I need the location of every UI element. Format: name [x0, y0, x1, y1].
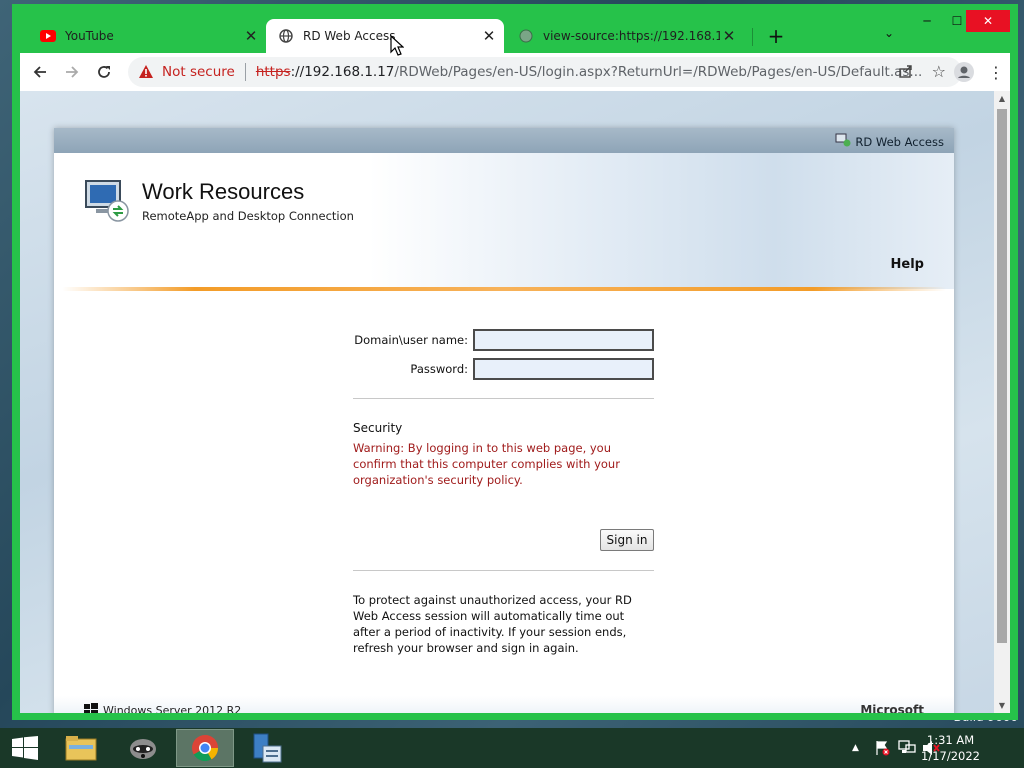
rdweb-brand-label: RD Web Access — [855, 134, 944, 149]
login-form: Domain\user name: Password: Security War… — [353, 329, 654, 656]
username-input[interactable] — [473, 329, 654, 351]
tab-label: view-source:https://192.168.1.17 — [543, 29, 720, 43]
clock-date: 1/17/2022 — [921, 749, 980, 763]
rdweb-header: Work Resources RemoteApp and Desktop Con… — [54, 153, 954, 291]
username-label: Domain\user name: — [354, 333, 468, 347]
security-title: Security — [353, 421, 403, 435]
back-button[interactable] — [28, 60, 52, 84]
share-icon[interactable] — [898, 63, 914, 83]
server-manager-icon — [253, 733, 282, 763]
password-label: Password: — [410, 362, 468, 376]
scroll-up-icon[interactable]: ▲ — [994, 94, 1010, 103]
tray-overflow-icon[interactable]: ▲ — [852, 743, 859, 753]
windows-server-brand: Windows Server 2012 R2 — [84, 703, 241, 713]
rdweb-brand-icon — [835, 133, 851, 150]
rdweb-topbar: RD Web Access — [54, 128, 954, 153]
tab-label: YouTube — [65, 29, 114, 43]
rdweb-panel: RD Web Access Work Resources RemoteApp a… — [54, 128, 954, 713]
action-center-flag-icon[interactable] — [874, 740, 890, 759]
window-close-button[interactable]: ✕ — [966, 10, 1010, 32]
username-row: Domain\user name: — [353, 329, 654, 358]
browser-toolbar: Not secure https ://192.168.1.17 /RDWeb/… — [20, 53, 1010, 91]
rdweb-brand: RD Web Access — [835, 133, 944, 150]
header-accent-line — [62, 287, 946, 291]
new-tab-button[interactable]: + — [764, 24, 788, 48]
microsoft-brand: Microsoft — [860, 703, 924, 713]
raccoon-app-taskbar-button[interactable] — [114, 729, 172, 767]
web-viewport: RD Web Access Work Resources RemoteApp a… — [20, 91, 1010, 713]
raccoon-icon — [130, 739, 156, 759]
chrome-icon — [192, 735, 219, 762]
server-manager-taskbar-button[interactable] — [238, 729, 296, 767]
password-row: Password: — [353, 358, 654, 387]
url-scheme: https — [255, 64, 291, 80]
security-warning: Warning: By logging in to this web page,… — [353, 441, 620, 487]
start-button[interactable] — [0, 729, 50, 767]
windows-logo-icon — [12, 736, 38, 760]
sign-in-button[interactable]: Sign in — [600, 529, 654, 551]
scroll-down-icon[interactable]: ▼ — [994, 701, 1010, 710]
bookmark-star-icon[interactable]: ☆ — [932, 62, 946, 81]
globe-icon — [518, 28, 534, 44]
forward-button[interactable] — [60, 60, 84, 84]
not-secure-label[interactable]: Not secure — [162, 64, 235, 80]
taskbar: ▲ 1:31 AM 1/17/2022 — [0, 728, 1024, 768]
help-link[interactable]: Help — [891, 257, 924, 272]
divider — [353, 398, 654, 399]
page-title: Work Resources — [142, 179, 305, 204]
tab-strip: YouTube ✕ RD Web Access ✕ view-source:ht… — [20, 4, 1010, 53]
profile-avatar[interactable] — [952, 60, 976, 84]
chrome-taskbar-button[interactable] — [176, 729, 234, 767]
tab-youtube[interactable]: YouTube ✕ — [28, 19, 266, 53]
tab-view-source[interactable]: view-source:https://192.168.1.17 ✕ — [506, 19, 744, 53]
tab-rd-web-access[interactable]: RD Web Access ✕ — [266, 19, 504, 53]
timeout-note: To protect against unauthorized access, … — [353, 593, 632, 655]
file-explorer-taskbar-button[interactable] — [52, 729, 110, 767]
tab-search-button[interactable]: ⌄ — [884, 26, 894, 40]
menu-kebab-icon[interactable]: ⋮ — [984, 60, 1008, 84]
password-input[interactable] — [473, 358, 654, 380]
divider — [244, 63, 246, 81]
youtube-icon — [40, 28, 56, 44]
mouse-cursor-icon — [390, 34, 405, 61]
tab-separator — [752, 28, 753, 46]
browser-window: YouTube ✕ RD Web Access ✕ view-source:ht… — [12, 4, 1018, 720]
network-icon[interactable] — [898, 740, 916, 759]
close-icon[interactable]: ✕ — [480, 27, 498, 45]
windows-logo-icon — [84, 703, 98, 713]
url-path: /RDWeb/Pages/en-US/login.aspx?ReturnUrl=… — [394, 64, 923, 80]
close-icon[interactable]: ✕ — [242, 27, 260, 45]
address-bar[interactable]: Not secure https ://192.168.1.17 /RDWeb/… — [128, 57, 962, 87]
warning-icon — [138, 64, 154, 80]
rdweb-footer: Windows Server 2012 R2 Microsoft — [54, 696, 954, 713]
divider — [353, 570, 654, 571]
taskbar-clock[interactable]: 1:31 AM 1/17/2022 — [921, 732, 980, 764]
page-scrollbar[interactable]: ▲ ▼ — [994, 91, 1010, 713]
minimize-button[interactable]: ─ — [912, 10, 942, 32]
globe-icon — [278, 28, 294, 44]
reload-button[interactable] — [92, 60, 116, 84]
clock-time: 1:31 AM — [926, 733, 975, 747]
remote-desktop-logo-icon — [82, 175, 132, 225]
scrollbar-thumb[interactable] — [997, 109, 1007, 643]
url-host: ://192.168.1.17 — [290, 64, 395, 80]
close-icon[interactable]: ✕ — [720, 27, 738, 45]
footer-left-label: Windows Server 2012 R2 — [103, 703, 242, 714]
page-subtitle: RemoteApp and Desktop Connection — [142, 209, 354, 223]
folder-icon — [65, 736, 97, 761]
